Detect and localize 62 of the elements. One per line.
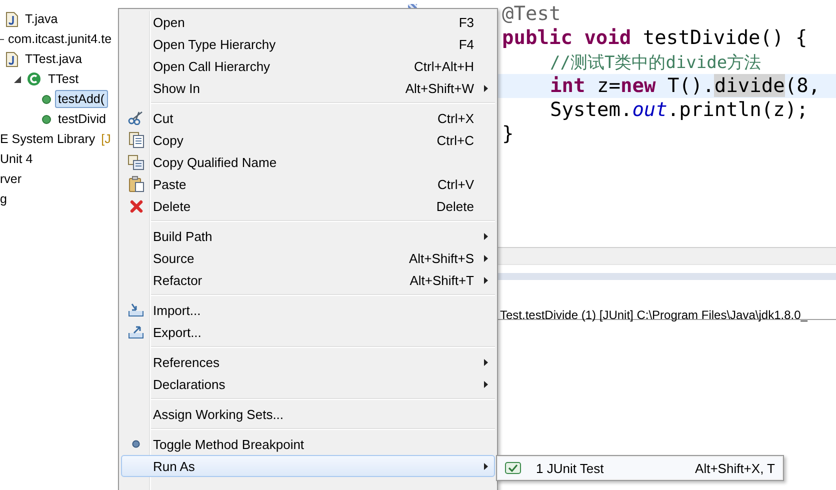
submenu-arrow-icon: [484, 358, 488, 366]
java-file-icon: [6, 12, 18, 26]
submenu-arrow-icon: [484, 276, 488, 284]
breakpoint-icon: [132, 440, 140, 448]
menu-item[interactable]: 1 JUnit Test Alt+Shift+X, T: [498, 457, 782, 479]
submenu-arrow-icon: [484, 380, 488, 388]
shortcut-text: Alt+Shift+S: [408, 250, 474, 266]
menu-item[interactable]: Run As: [121, 455, 495, 477]
tree-item[interactable]: g: [0, 190, 10, 208]
menu-item[interactable]: Source Alt+Shift+S: [121, 247, 495, 269]
submenu-arrow-icon: [484, 84, 488, 92]
code-line: int z=new T().divide(8,: [549, 74, 820, 97]
menu-item[interactable]: Refactor Alt+Shift+T: [121, 269, 495, 291]
tree-item[interactable]: TTest: [45, 70, 82, 88]
method-icon: [42, 94, 51, 104]
method-icon: [42, 114, 51, 124]
tree-item[interactable]: T.java: [22, 10, 61, 28]
submenu-arrow-icon: [484, 232, 488, 240]
menu-item[interactable]: References: [121, 351, 495, 373]
class-icon: [27, 72, 41, 86]
paste-icon: [128, 176, 144, 192]
code-line: //测试T类中的divide方法: [549, 52, 762, 73]
copy-icon: [128, 132, 144, 148]
import-icon: [128, 303, 144, 317]
shortcut-text: Ctrl+X: [438, 110, 474, 126]
code-line: public void testDivide() {: [502, 26, 808, 49]
delete-icon: [130, 200, 142, 212]
tree-item[interactable]: Unit 4: [0, 150, 36, 168]
shortcut-text: Alt+Shift+W: [405, 80, 474, 96]
shortcut-text: Ctrl+C: [436, 132, 474, 148]
shortcut-text: Alt+Shift+T: [410, 272, 474, 288]
code-line: System.out.println(z);: [549, 98, 808, 121]
menu-item[interactable]: Toggle Method Breakpoint: [121, 433, 495, 455]
shortcut-text: F4: [458, 36, 474, 52]
shortcut-text: Ctrl+Alt+H: [414, 58, 474, 74]
shortcut-text: Delete: [436, 198, 474, 214]
export-icon: [128, 325, 144, 339]
shortcut-text: Alt+Shift+X, T: [695, 460, 775, 476]
test-icon: [505, 462, 521, 474]
tree-item[interactable]: testAdd(: [55, 90, 108, 108]
tree-item[interactable]: TTest.java: [22, 50, 85, 68]
shortcut-text: Ctrl+V: [438, 176, 474, 192]
scissors-icon: [128, 111, 144, 125]
tree-connector-icon: [0, 38, 4, 40]
expanded-arrow-icon[interactable]: [14, 76, 21, 82]
shortcut-text: F3: [458, 14, 474, 30]
tree-item[interactable]: rver: [0, 170, 25, 188]
code-line: @Test: [502, 2, 561, 25]
code-line: }: [502, 122, 514, 145]
tree-item[interactable]: E System Library: [0, 130, 98, 148]
tree-item[interactable]: testDivid: [55, 110, 109, 128]
tree-item[interactable]: com.itcast.junit4.te: [5, 30, 115, 48]
menu-item[interactable]: Export...: [121, 321, 495, 343]
copy-name-icon: [128, 154, 144, 170]
menu-item[interactable]: Import...: [121, 299, 495, 321]
java-file-icon: [6, 52, 18, 66]
console-text: Test.testDivide (1) [JUnit] C:\Program Files\Java\jdk1.8.0_: [500, 308, 808, 323]
submenu-arrow-icon: [484, 254, 488, 262]
submenu-arrow-icon: [484, 462, 488, 470]
tree-item-decoration: [J: [101, 132, 111, 146]
menu-item[interactable]: Assign Working Sets...: [121, 403, 495, 425]
menu-item[interactable]: Declarations: [121, 373, 495, 395]
